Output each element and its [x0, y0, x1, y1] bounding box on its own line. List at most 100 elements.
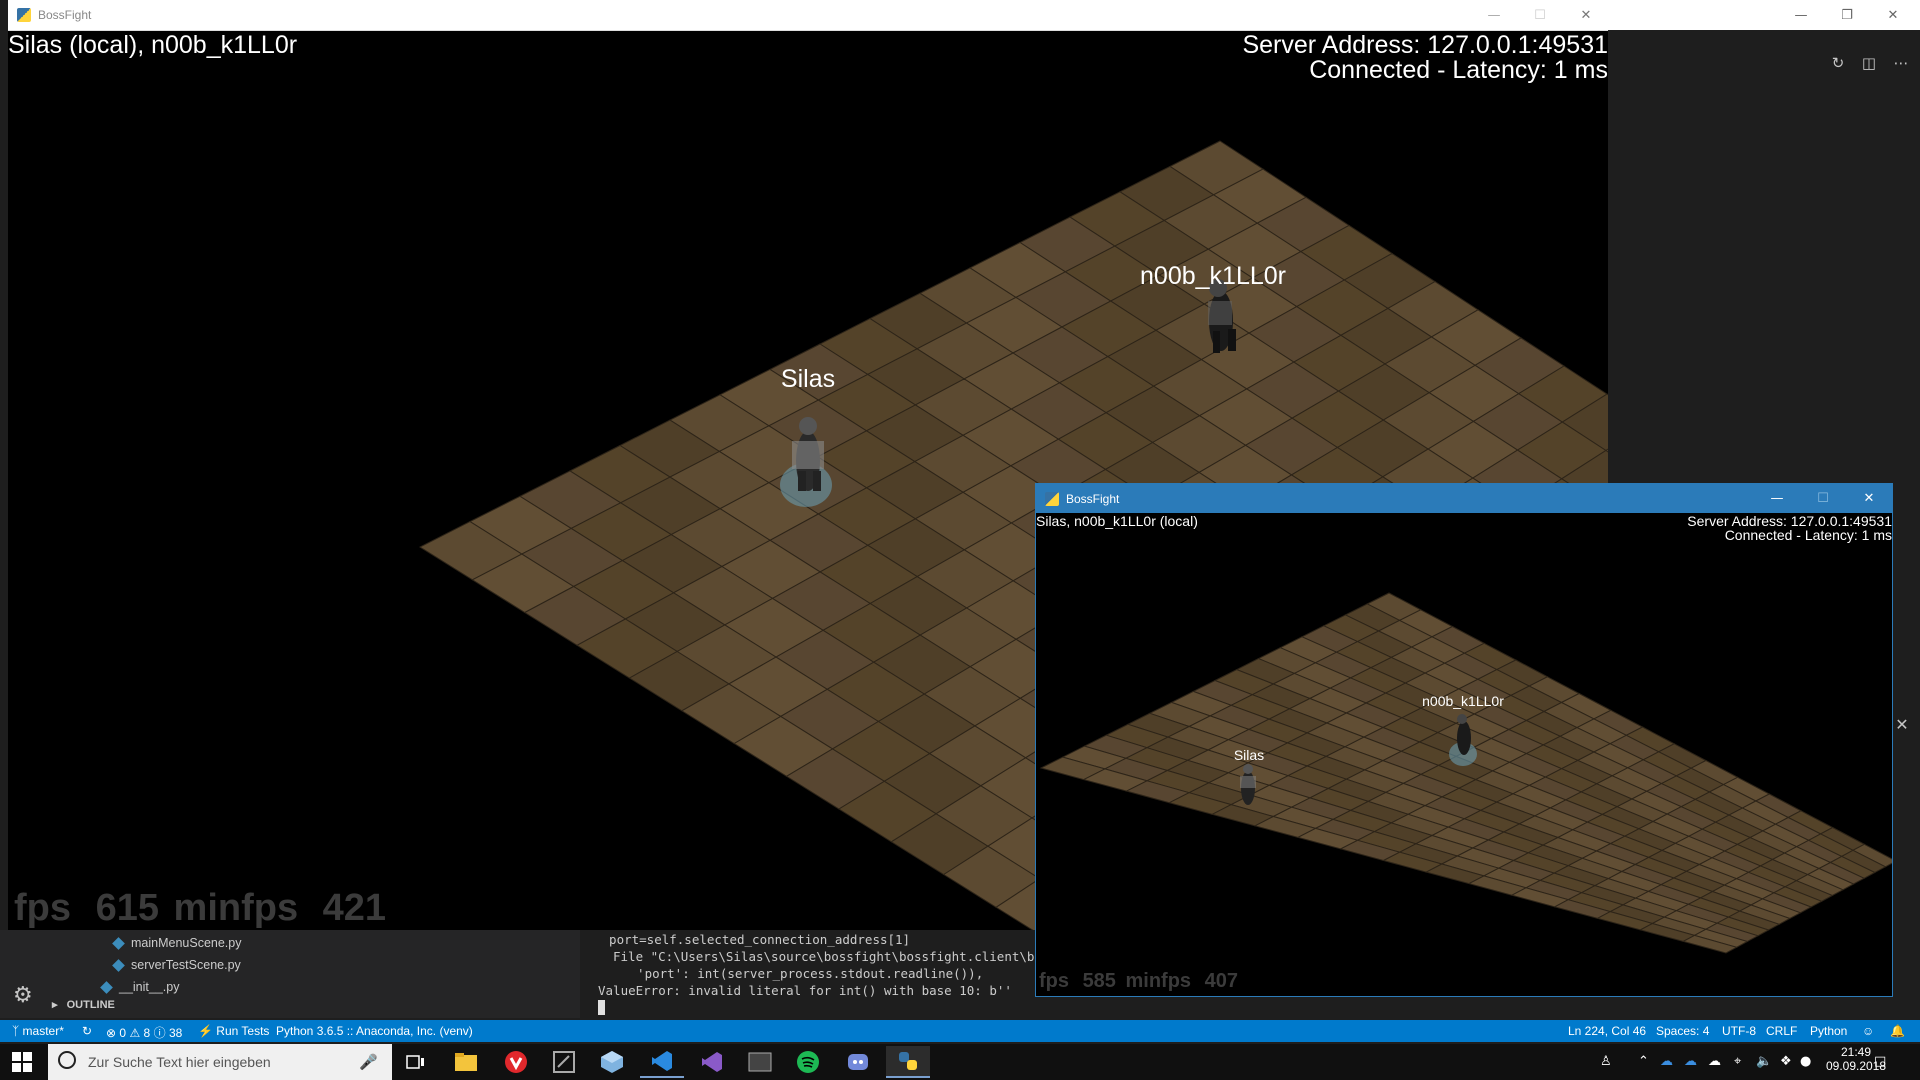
onedrive-business-icon[interactable]: ☁	[1684, 1054, 1697, 1069]
window-titlebar[interactable]: BossFight — ☐ ✕	[8, 0, 1608, 31]
dropbox-icon[interactable]: ❖	[1780, 1054, 1792, 1069]
outline-section[interactable]: ▸ OUTLINE	[52, 998, 115, 1011]
sync-icon[interactable]: ↻	[82, 1024, 92, 1038]
indentation[interactable]: Spaces: 4	[1656, 1024, 1709, 1038]
problems-indicator[interactable]: ⊗ 0 ⚠ 8 ⓘ 38	[106, 1024, 182, 1041]
run-tests-label: Run Tests	[216, 1024, 270, 1038]
notifications-icon[interactable]: □	[1874, 1054, 1886, 1069]
hud-player-list: Silas, n00b_k1LL0r (local)	[1036, 513, 1198, 529]
close-icon[interactable]: ✕	[1870, 0, 1916, 30]
chevron-right-icon: ▸	[52, 999, 58, 1011]
fps-label: fps	[1039, 970, 1069, 992]
lightning-icon: ⚡	[198, 1024, 213, 1038]
player-label-silas: Silas	[1233, 747, 1265, 763]
run-tests-button[interactable]: ⚡ Run Tests	[198, 1024, 269, 1038]
close-icon[interactable]: ✕	[1563, 0, 1609, 30]
python-icon[interactable]	[886, 1046, 930, 1078]
info-icon: ⓘ	[153, 1026, 166, 1040]
status-bar: ᛉ master* ↻ ⊗ 0 ⚠ 8 ⓘ 38 ⚡ Run Tests Pyt…	[0, 1020, 1920, 1042]
people-icon[interactable]: ♙	[1600, 1054, 1612, 1069]
file-name: serverTestScene.py	[131, 958, 241, 972]
outline-label: OUTLINE	[66, 999, 115, 1011]
more-actions-icon[interactable]: ⋯	[1890, 52, 1912, 74]
maximize-icon[interactable]: ☐	[1800, 483, 1846, 513]
minfps-value: 407	[1204, 970, 1238, 992]
game-canvas[interactable]: Silas, n00b_k1LL0r (local) Server Addres…	[1036, 513, 1892, 996]
virtualbox-icon[interactable]	[590, 1046, 634, 1078]
volume-icon[interactable]: 🔈	[1756, 1054, 1772, 1069]
taskbar-search[interactable]: Zur Suche Text hier eingeben 🎤	[48, 1044, 392, 1080]
warning-count: 8	[143, 1026, 151, 1040]
fps-counter: fps 585 minfps 407	[1039, 970, 1238, 993]
chevron-up-icon[interactable]: ⌃	[1638, 1054, 1649, 1069]
maximize-icon[interactable]: ☐	[1517, 0, 1563, 30]
minimap[interactable]	[1770, 78, 1900, 488]
close-panel-icon[interactable]: ✕	[1892, 714, 1912, 734]
minimize-icon[interactable]: —	[1471, 0, 1517, 30]
wifi-icon[interactable]: ⌖	[1734, 1054, 1741, 1069]
python-tray-icon[interactable]: ●	[1800, 1054, 1811, 1069]
fps-value: 585	[1082, 970, 1116, 992]
encoding[interactable]: UTF-8	[1722, 1024, 1756, 1038]
minimize-icon[interactable]: —	[1778, 0, 1824, 30]
file-item[interactable]: serverTestScene.py	[112, 958, 241, 972]
terminal-line: port=self.selected_connection_address[1]	[594, 932, 911, 947]
terminal-line: 'port': int(server_process.stdout.readli…	[622, 966, 984, 981]
player-label-n00b: n00b_k1LL0r	[1422, 693, 1504, 709]
minimize-icon[interactable]: —	[1754, 483, 1800, 513]
close-icon[interactable]: ✕	[1846, 483, 1892, 513]
cortana-icon	[58, 1051, 76, 1069]
fps-counter: fps 615 minfps 421	[14, 887, 386, 930]
vscode-titlebar: — ❐ ✕	[1608, 0, 1920, 30]
windows-start-icon[interactable]	[12, 1052, 32, 1072]
line-ending[interactable]: CRLF	[1766, 1024, 1797, 1038]
python-file-icon	[112, 936, 125, 950]
open-changes-icon[interactable]: ↻	[1827, 52, 1849, 74]
window-title: BossFight	[38, 8, 92, 22]
hud-connection-status: Connected - Latency: 1 ms	[1309, 56, 1608, 84]
bell-icon[interactable]: 🔔	[1890, 1024, 1905, 1038]
git-branch[interactable]: ᛉ master*	[12, 1024, 64, 1038]
python-icon	[17, 8, 31, 22]
terminal-line: ValueError: invalid literal for int() wi…	[598, 983, 1012, 998]
window-title: BossFight	[1066, 492, 1120, 506]
vscode-icon[interactable]	[640, 1046, 684, 1078]
interpreter-selector[interactable]: Python 3.6.5 :: Anaconda, Inc. (venv)	[276, 1024, 473, 1038]
microphone-icon[interactable]: 🎤	[359, 1053, 378, 1071]
terminal-panel[interactable]: port=self.selected_connection_address[1]…	[580, 930, 1040, 1020]
language-mode[interactable]: Python	[1810, 1024, 1847, 1038]
fps-value: 615	[95, 887, 159, 929]
error-count: 0	[119, 1026, 127, 1040]
fps-label: fps	[14, 887, 71, 929]
player-label-silas: Silas	[780, 365, 836, 393]
error-icon: ⊗	[106, 1026, 117, 1040]
spotify-icon[interactable]	[786, 1046, 830, 1078]
bossfight-second-window: BossFight — ☐ ✕ Silas, n00b_k1LL0r (loca…	[1035, 483, 1893, 997]
file-item[interactable]: __init__.py	[100, 980, 180, 994]
vivaldi-icon[interactable]	[494, 1046, 538, 1078]
file-explorer-icon[interactable]	[444, 1046, 488, 1078]
file-item[interactable]: mainMenuScene.py	[112, 936, 241, 950]
cloud-icon[interactable]: ☁	[1708, 1054, 1721, 1069]
minfps-value: 421	[322, 887, 387, 929]
player-label-n00b: n00b_k1LL0r	[1140, 262, 1286, 290]
gitkraken-icon[interactable]	[542, 1046, 586, 1078]
window-titlebar[interactable]: BossFight — ☐ ✕	[1036, 484, 1892, 513]
terminal-icon[interactable]	[738, 1046, 782, 1078]
split-editor-icon[interactable]: ◫	[1858, 52, 1880, 74]
visual-studio-icon[interactable]	[690, 1046, 734, 1078]
gear-icon[interactable]: ⚙	[13, 983, 33, 1008]
feedback-smiley-icon[interactable]: ☺	[1862, 1024, 1874, 1038]
onedrive-icon[interactable]: ☁	[1660, 1054, 1673, 1069]
branch-icon: ᛉ	[12, 1024, 20, 1038]
terminal-line: File "C:\Users\Silas\source\bossfight\bo…	[613, 949, 1040, 964]
terminal-cursor	[598, 1000, 605, 1015]
warning-icon: ⚠	[129, 1026, 141, 1040]
search-placeholder: Zur Suche Text hier eingeben	[88, 1054, 271, 1070]
restore-icon[interactable]: ❐	[1824, 0, 1870, 30]
cursor-position[interactable]: Ln 224, Col 46	[1568, 1024, 1646, 1038]
task-view-icon[interactable]	[394, 1046, 438, 1078]
minfps-label: minfps	[173, 887, 299, 929]
discord-icon[interactable]	[836, 1046, 880, 1078]
file-name: __init__.py	[119, 980, 180, 994]
